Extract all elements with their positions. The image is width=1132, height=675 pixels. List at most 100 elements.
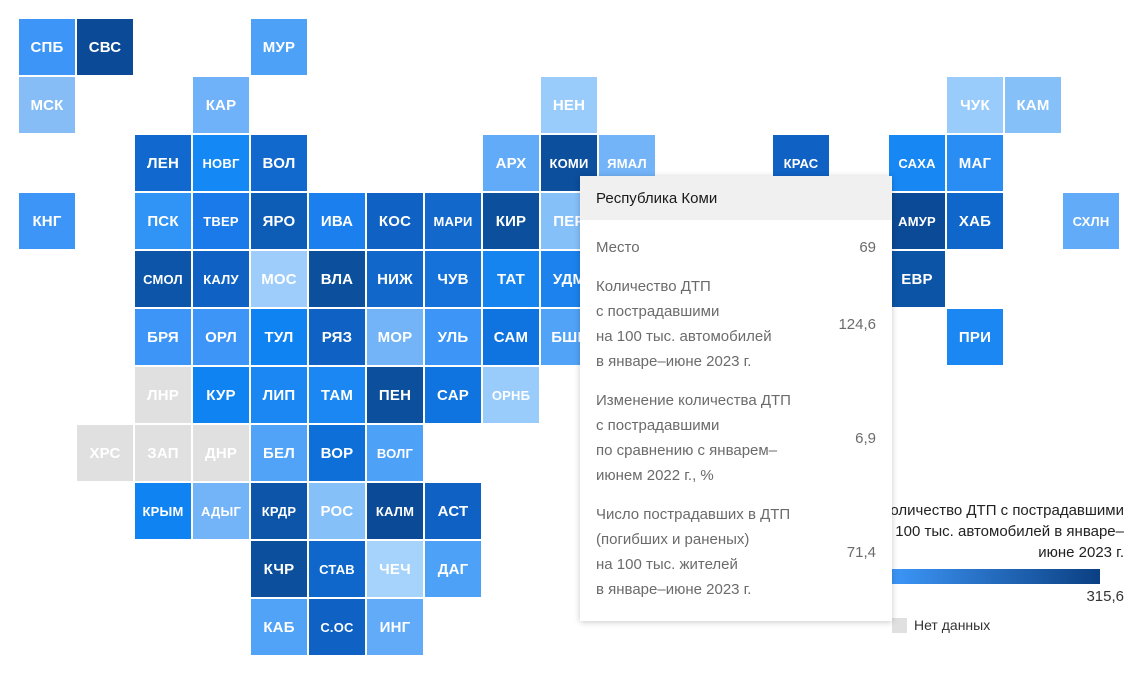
region-tile[interactable]: ЧЕЧ [367,541,423,597]
region-tile-label: КРЫМ [142,503,184,519]
region-tile[interactable]: КРЫМ [135,483,191,539]
region-tile[interactable]: ХАБ [947,193,1003,249]
tooltip-row-label: Количество ДТП с пострадавшими на 100 ты… [596,278,772,370]
region-tile[interactable]: ТАМ [309,367,365,423]
region-tile[interactable]: ЛИП [251,367,307,423]
region-tile[interactable]: КРДР [251,483,307,539]
region-tile[interactable]: ИНГ [367,599,423,655]
region-tile-label: ЧЕЧ [379,560,411,578]
region-tile[interactable]: БЕЛ [251,425,307,481]
legend-gradient-bar [892,569,1100,584]
region-tile[interactable]: КАЛУ [193,251,249,307]
region-tile[interactable]: ЛЕН [135,135,191,191]
region-tile-label: МОР [377,328,413,346]
region-tile[interactable]: НЕН [541,77,597,133]
region-tile-label: СТАВ [319,561,355,577]
region-tile[interactable]: ВЛА [309,251,365,307]
region-tile-label: КАЛУ [203,271,239,287]
region-tile[interactable]: СВС [77,19,133,75]
region-tile[interactable]: ПРИ [947,309,1003,365]
region-tile[interactable]: МАГ [947,135,1003,191]
region-tile[interactable]: КИР [483,193,539,249]
region-tile[interactable]: УЛЬ [425,309,481,365]
region-tile[interactable]: КАЛМ [367,483,423,539]
region-tile[interactable]: ОРНБ [483,367,539,423]
region-tile[interactable]: КАБ [251,599,307,655]
region-tile[interactable]: МСК [19,77,75,133]
region-tile-label: МАГ [958,154,992,172]
region-tile[interactable]: МОР [367,309,423,365]
region-tile[interactable]: НИЖ [367,251,423,307]
region-tile-label: ТАТ [496,270,526,288]
region-tile-label: МСК [30,96,64,114]
region-tile[interactable]: ЧУК [947,77,1003,133]
region-tile-label: КИР [495,212,527,230]
tooltip-row-label: Изменение количества ДТП с пострадавшими… [596,392,791,484]
region-tile[interactable]: КАМ [1005,77,1061,133]
region-tile[interactable]: САМ [483,309,539,365]
region-tile-label: ПЕН [378,386,412,404]
region-tile-label: СВС [88,38,122,56]
tooltip-row-value: 6,9 [855,429,876,447]
region-tile[interactable]: САХА [889,135,945,191]
region-tile[interactable]: САР [425,367,481,423]
region-tile-label: БРЯ [147,328,179,346]
region-tile[interactable]: КУР [193,367,249,423]
region-tile[interactable]: ЯРО [251,193,307,249]
region-tile[interactable]: МОС [251,251,307,307]
region-tile[interactable]: ОРЛ [193,309,249,365]
region-tile-label: КУР [206,386,236,404]
region-tile-label: ПСК [147,212,179,230]
region-tile[interactable]: ЕВР [889,251,945,307]
region-tile[interactable]: ЧУВ [425,251,481,307]
region-tile[interactable]: ЛНР [135,367,191,423]
region-tile[interactable]: ПЕН [367,367,423,423]
tooltip-row: Число пострадавших в ДТП (погибших и ран… [596,491,876,605]
region-tile-label: ЗАП [147,444,179,462]
region-tile[interactable]: АМУР [889,193,945,249]
region-tile[interactable]: ВОР [309,425,365,481]
region-tile[interactable]: СХЛН [1063,193,1119,249]
region-tile[interactable]: ЗАП [135,425,191,481]
legend-nodata-entry: Нет данных [892,617,1132,633]
tooltip-title: Республика Коми [580,176,892,220]
region-tile-label: ТУЛ [264,328,294,346]
region-tile[interactable]: НОВГ [193,135,249,191]
region-tile[interactable]: КЧР [251,541,307,597]
region-tile-label: КЧР [263,560,295,578]
region-tile[interactable]: АРХ [483,135,539,191]
region-tile[interactable]: КНГ [19,193,75,249]
region-tile[interactable]: ТУЛ [251,309,307,365]
region-tile[interactable]: ТАТ [483,251,539,307]
region-tile-label: КАЛМ [375,503,415,519]
region-tile[interactable]: ИВА [309,193,365,249]
tile-cartogram-page: СПБ СВС МУР МСК КАР НЕН ЧУК КАМ ЛЕН НОВГ ВОЛ АРХ КОМ… [0,0,1132,675]
region-tile[interactable]: ХРС [77,425,133,481]
region-tile[interactable]: КОС [367,193,423,249]
region-tile[interactable]: РЯЗ [309,309,365,365]
region-tile-label: МАРИ [433,213,473,229]
region-tile[interactable]: ДНР [193,425,249,481]
region-tile[interactable]: СПБ [19,19,75,75]
region-tooltip: Республика Коми Место 69 Количество ДТП с … [580,176,892,621]
tooltip-row-label: Число пострадавших в ДТП (погибших и ран… [596,506,791,598]
region-tile[interactable]: БРЯ [135,309,191,365]
region-tile[interactable]: СМОЛ [135,251,191,307]
region-tile-label: ТВЕР [203,213,239,229]
region-tile[interactable]: ТВЕР [193,193,249,249]
region-tile[interactable]: АСТ [425,483,481,539]
region-tile[interactable]: КАР [193,77,249,133]
region-tile[interactable]: ВОЛГ [367,425,423,481]
region-tile[interactable]: МУР [251,19,307,75]
region-tile[interactable]: ВОЛ [251,135,307,191]
region-tile[interactable]: ДАГ [425,541,481,597]
region-tile-label: ЛЕН [147,154,179,172]
region-tile[interactable]: АДЫГ [193,483,249,539]
region-tile[interactable]: РОС [309,483,365,539]
region-tile[interactable]: СТАВ [309,541,365,597]
region-tile[interactable]: МАРИ [425,193,481,249]
region-tile-label: МОС [261,270,297,288]
region-tile[interactable]: С.ОС [309,599,365,655]
region-tile[interactable]: ПСК [135,193,191,249]
region-tile-label: КОС [378,212,412,230]
